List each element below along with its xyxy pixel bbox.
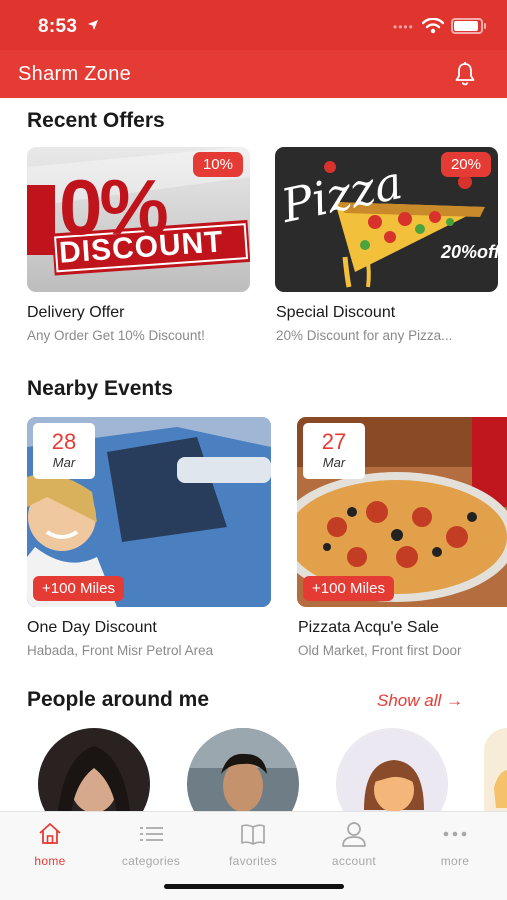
offer-image-off-text: 20%off bbox=[441, 242, 498, 262]
app-title: Sharm Zone bbox=[18, 63, 132, 85]
event-date-day: 28 bbox=[51, 429, 77, 454]
user-icon bbox=[304, 820, 404, 848]
event-title[interactable]: One Day Discount bbox=[27, 619, 157, 637]
tab-categories[interactable]: categories bbox=[101, 820, 201, 868]
event-card-pizzata[interactable]: 27 Mar +100 Miles bbox=[297, 417, 507, 607]
event-subtitle: Old Market, Front first Door bbox=[298, 643, 462, 658]
recent-offers-title: Recent Offers bbox=[27, 109, 165, 132]
tab-label: home bbox=[34, 854, 66, 868]
book-icon bbox=[203, 820, 303, 848]
signal-icon: •••• bbox=[393, 20, 414, 34]
event-title[interactable]: Pizzata Acqu'e Sale bbox=[298, 619, 439, 637]
event-distance-badge: +100 Miles bbox=[303, 576, 394, 601]
battery-icon bbox=[451, 18, 486, 34]
tab-home[interactable]: home bbox=[0, 820, 100, 868]
event-card-one-day[interactable]: 28 Mar +100 Miles bbox=[27, 417, 271, 607]
event-subtitle: Habada, Front Misr Petrol Area bbox=[27, 643, 214, 658]
notification-bell-icon[interactable] bbox=[452, 61, 478, 87]
offer-badge: 20% bbox=[440, 152, 491, 177]
nearby-events-title: Nearby Events bbox=[27, 377, 173, 400]
event-date: 27 Mar bbox=[303, 423, 365, 479]
status-time: 8:53 bbox=[38, 16, 78, 37]
home-indicator bbox=[164, 884, 344, 889]
wifi-icon bbox=[422, 18, 444, 34]
event-date-month: Mar bbox=[322, 455, 346, 470]
offer-subtitle: Any Order Get 10% Discount! bbox=[27, 328, 205, 343]
event-date-month: Mar bbox=[52, 455, 76, 470]
app-header: Sharm Zone bbox=[0, 50, 507, 98]
offer-title[interactable]: Delivery Offer bbox=[27, 304, 125, 322]
offer-card-special[interactable]: Pizza 20%off 20% bbox=[275, 147, 498, 292]
tab-label: categories bbox=[121, 854, 181, 868]
tab-more[interactable]: more bbox=[405, 820, 505, 868]
status-bar: 8:53 •••• bbox=[0, 0, 507, 50]
home-icon bbox=[0, 820, 100, 848]
location-arrow-icon bbox=[88, 20, 98, 30]
tab-label: more bbox=[440, 854, 470, 868]
tab-label: favorites bbox=[228, 854, 278, 868]
show-all-link[interactable]: Show all → bbox=[377, 691, 463, 711]
offer-badge: 10% bbox=[192, 152, 243, 177]
people-around-title: People around me bbox=[27, 688, 210, 711]
tab-label: account bbox=[331, 854, 377, 868]
event-distance-badge: +100 Miles bbox=[33, 576, 124, 601]
event-date-day: 27 bbox=[321, 429, 347, 454]
more-icon bbox=[405, 820, 505, 848]
list-icon bbox=[101, 820, 201, 848]
event-date: 28 Mar bbox=[33, 423, 95, 479]
tab-favorites[interactable]: favorites bbox=[203, 820, 303, 868]
offer-subtitle: 20% Discount for any Pizza... bbox=[276, 328, 453, 343]
tab-account[interactable]: account bbox=[304, 820, 404, 868]
offer-card-delivery[interactable]: 0% DISCOUNT 10% bbox=[27, 147, 250, 292]
offer-title[interactable]: Special Discount bbox=[276, 304, 395, 322]
